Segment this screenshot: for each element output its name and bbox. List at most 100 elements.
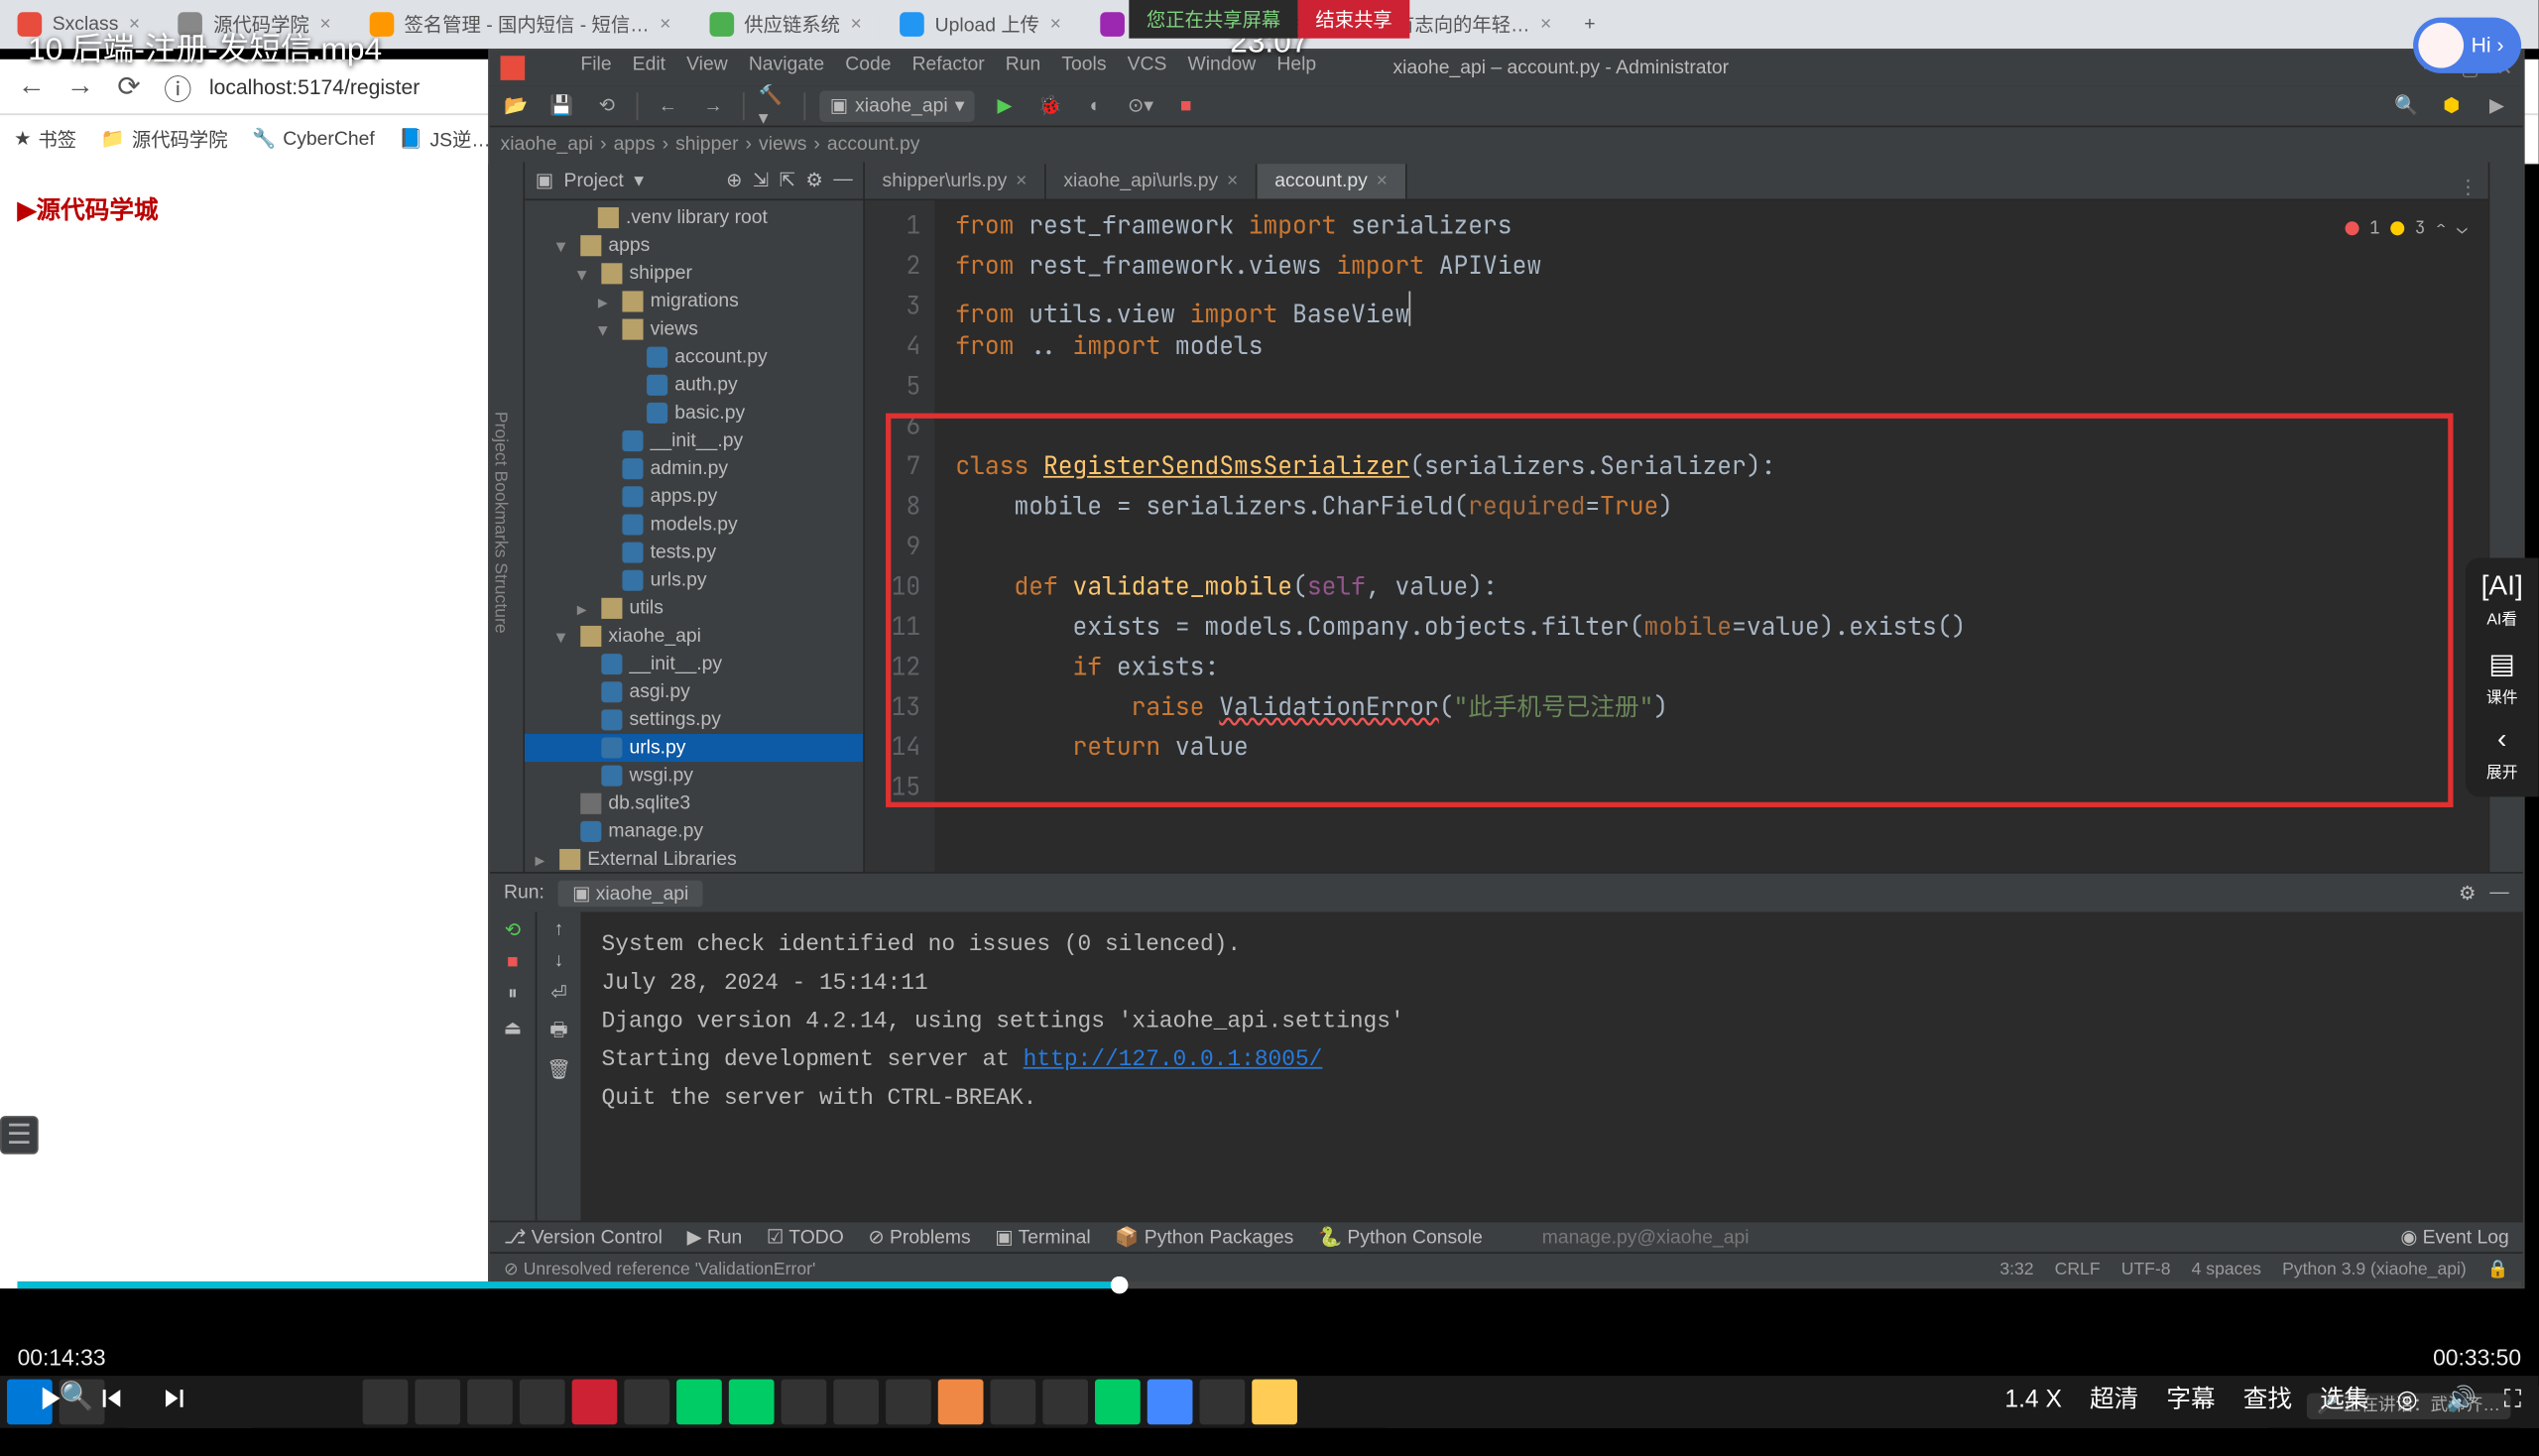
prev-button[interactable]: [80, 1367, 143, 1429]
debug-button[interactable]: 🐞: [1034, 90, 1066, 122]
menu-vcs[interactable]: VCS: [1128, 54, 1167, 81]
hide-panel-icon[interactable]: —: [833, 170, 852, 192]
close-icon[interactable]: ×: [1227, 171, 1238, 191]
bookmark-item[interactable]: 🔧 CyberChef: [252, 127, 375, 150]
run-button[interactable]: ▶: [989, 90, 1021, 122]
menu-code[interactable]: Code: [845, 54, 891, 81]
menu-tools[interactable]: Tools: [1061, 54, 1106, 81]
collection-button[interactable]: 选集: [2320, 1381, 2368, 1415]
speed-button[interactable]: 1.4 X: [2004, 1385, 2061, 1412]
editor-tab[interactable]: account.py×: [1258, 164, 1407, 198]
down-button[interactable]: ↓: [554, 950, 564, 971]
volume-button[interactable]: 🔊: [2446, 1384, 2477, 1413]
tree-row[interactable]: settings.py: [525, 706, 863, 734]
expand-button[interactable]: ‹展开: [2486, 725, 2518, 783]
breadcrumb-item[interactable]: views: [759, 134, 806, 155]
build-button[interactable]: 🔨▾: [759, 90, 790, 122]
tree-row[interactable]: ▾xiaohe_api: [525, 623, 863, 651]
breadcrumb-item[interactable]: apps: [614, 134, 656, 155]
tree-row[interactable]: manage.py: [525, 818, 863, 846]
browser-tab[interactable]: 签名管理 - 国内短信 - 短信…×: [352, 4, 688, 46]
tree-row[interactable]: __init__.py: [525, 427, 863, 455]
tool-terminal[interactable]: ▣ Terminal: [995, 1226, 1090, 1249]
end-share-button[interactable]: 结束共享: [1298, 0, 1410, 39]
line-separator[interactable]: CRLF: [2055, 1261, 2101, 1279]
tree-row[interactable]: ▾shipper: [525, 260, 863, 288]
close-icon[interactable]: ×: [660, 14, 670, 35]
tool-python-packages[interactable]: 📦 Python Packages: [1115, 1226, 1293, 1249]
breadcrumb-item[interactable]: account.py: [827, 134, 920, 155]
rerun-button[interactable]: ⟲: [505, 918, 521, 941]
tree-row[interactable]: wsgi.py: [525, 762, 863, 789]
close-icon[interactable]: ×: [1050, 14, 1061, 35]
file-encoding[interactable]: UTF-8: [2121, 1261, 2171, 1279]
forward-button[interactable]: →: [62, 68, 97, 103]
tool-problems[interactable]: ⊘ Problems: [868, 1226, 970, 1249]
code-content[interactable]: from rest_framework import serializers f…: [934, 200, 2487, 872]
progress-bar[interactable]: [18, 1281, 2521, 1288]
ide-settings-icon[interactable]: ⬢: [2436, 90, 2468, 122]
interpreter-info[interactable]: Python 3.9 (xiaohe_api): [2282, 1261, 2467, 1279]
event-log-button[interactable]: ◉ Event Log: [2400, 1226, 2508, 1249]
indent-info[interactable]: 4 spaces: [2192, 1261, 2261, 1279]
tree-row[interactable]: urls.py: [525, 734, 863, 762]
menu-view[interactable]: View: [686, 54, 728, 81]
tree-row[interactable]: apps.py: [525, 483, 863, 511]
back-button[interactable]: ←: [14, 68, 49, 103]
settings-icon[interactable]: ⚙: [805, 170, 822, 192]
code-editor[interactable]: 123 456 789 101112 131415 from rest_fram…: [865, 200, 2488, 872]
tab-options-icon[interactable]: ⋮: [2448, 177, 2487, 199]
close-icon[interactable]: ×: [1377, 171, 1388, 191]
find-button[interactable]: 查找: [2243, 1381, 2292, 1415]
menu-run[interactable]: Run: [1006, 54, 1040, 81]
inspection-widget[interactable]: 1 3 ⌃⌄: [2346, 207, 2468, 247]
tree-row[interactable]: auth.py: [525, 371, 863, 399]
tool-todo[interactable]: ☑ TODO: [767, 1226, 844, 1249]
search-everywhere-button[interactable]: 🔍: [2390, 90, 2422, 122]
tree-row[interactable]: models.py: [525, 511, 863, 539]
collapse-all-icon[interactable]: ⇱: [780, 170, 795, 192]
tree-row[interactable]: asgi.py: [525, 678, 863, 706]
tree-row[interactable]: ▾apps: [525, 232, 863, 260]
menu-refactor[interactable]: Refactor: [912, 54, 985, 81]
browser-tab[interactable]: 供应链系统×: [692, 4, 880, 46]
bookmark-item[interactable]: 📘 JS逆…: [399, 125, 490, 153]
caret-position[interactable]: 3:32: [1999, 1261, 2033, 1279]
browser-tab[interactable]: Upload 上传×: [883, 4, 1079, 46]
tool-version-control[interactable]: ⎇ Version Control: [504, 1226, 663, 1249]
subtitle-button[interactable]: 字幕: [2166, 1381, 2215, 1415]
hide-panel-icon[interactable]: —: [2489, 882, 2508, 905]
courseware-button[interactable]: ▤课件: [2486, 647, 2518, 708]
close-icon[interactable]: ×: [1016, 171, 1027, 191]
settings-icon[interactable]: ⚙: [2459, 882, 2476, 905]
tool-python-console[interactable]: 🐍 Python Console: [1318, 1226, 1483, 1249]
new-tab-button[interactable]: +: [1572, 7, 1607, 42]
ide-plugin-icon[interactable]: ▶: [2481, 90, 2513, 122]
fullscreen-button[interactable]: ⛶: [2504, 1384, 2521, 1413]
play-button[interactable]: [18, 1367, 80, 1429]
nav-forward-button[interactable]: →: [697, 90, 729, 122]
tree-row[interactable]: db.sqlite3: [525, 789, 863, 817]
editor-tab[interactable]: shipper\urls.py×: [865, 164, 1046, 198]
tree-row[interactable]: __init__.py: [525, 651, 863, 678]
run-tab[interactable]: ▣ xiaohe_api: [558, 880, 702, 906]
menu-navigate[interactable]: Navigate: [749, 54, 824, 81]
reload-button[interactable]: ⟳: [112, 68, 147, 103]
pause-button[interactable]: ⏸: [508, 984, 518, 1007]
tree-row[interactable]: account.py: [525, 343, 863, 371]
print-button[interactable]: 🖶: [549, 1015, 567, 1047]
loop-button[interactable]: ◎: [2396, 1384, 2417, 1413]
profile-button[interactable]: ⊙▾: [1125, 90, 1156, 122]
expand-all-icon[interactable]: ⇲: [753, 170, 769, 192]
console-output[interactable]: System check identified no issues (0 sil…: [580, 911, 2522, 1220]
quality-button[interactable]: 超清: [2090, 1381, 2138, 1415]
tree-row[interactable]: ▸External Libraries: [525, 846, 863, 872]
tree-row[interactable]: ▸migrations: [525, 288, 863, 315]
ai-watch-button[interactable]: [AI]AI看: [2481, 572, 2523, 630]
menu-edit[interactable]: Edit: [633, 54, 665, 81]
tree-row[interactable]: urls.py: [525, 566, 863, 594]
open-button[interactable]: 📂: [501, 90, 533, 122]
coverage-button[interactable]: ◐: [1079, 90, 1111, 122]
save-button[interactable]: 💾: [545, 90, 577, 122]
editor-tab[interactable]: xiaohe_api\urls.py×: [1046, 164, 1258, 198]
